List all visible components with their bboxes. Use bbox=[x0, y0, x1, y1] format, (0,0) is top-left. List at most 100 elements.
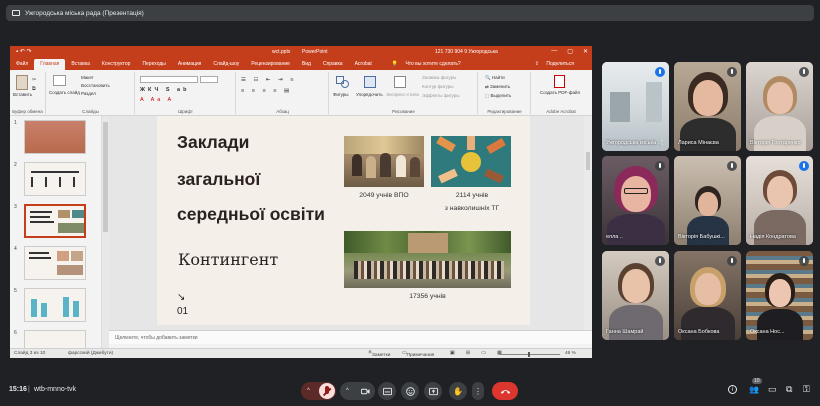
participant-name: Надія Кондратова bbox=[750, 234, 796, 240]
select-button[interactable]: ⬚ Выделить bbox=[485, 93, 511, 99]
zoom-level[interactable]: 46 % bbox=[565, 351, 576, 356]
caption-vpo: 2049 учнів ВПО bbox=[359, 192, 409, 199]
participant-tile[interactable]: Вікторія Бабушкі... bbox=[674, 156, 741, 245]
slide-thumbnail[interactable] bbox=[24, 288, 86, 322]
cut-icon[interactable]: ✂ bbox=[32, 77, 36, 83]
arrange-icon[interactable] bbox=[364, 76, 376, 88]
font-name-select[interactable] bbox=[140, 76, 198, 83]
notes-toggle[interactable]: ≙ Заметки bbox=[368, 351, 390, 358]
maximize-icon[interactable]: ▢ bbox=[567, 48, 573, 55]
slide-thumbnail[interactable] bbox=[24, 162, 86, 196]
tab-file[interactable]: Файл bbox=[10, 61, 34, 70]
participant-tile[interactable]: Лариса Мінаєва bbox=[674, 62, 741, 151]
tab-slideshow[interactable]: Слайд-шоу bbox=[207, 61, 245, 70]
replace-button[interactable]: ⇄ Заменить bbox=[485, 84, 510, 90]
chevron-up-icon[interactable]: ^ bbox=[346, 388, 349, 394]
mic-toggle-button[interactable]: ^ bbox=[301, 382, 336, 400]
tab-transitions[interactable]: Переходы bbox=[136, 61, 171, 70]
paste-label[interactable]: Вставить bbox=[13, 92, 32, 97]
quick-styles-icon[interactable] bbox=[394, 76, 406, 88]
tell-me-search[interactable]: 💡 Что вы хотите сделать? bbox=[386, 61, 473, 70]
chat-icon[interactable]: ▭ bbox=[768, 384, 777, 395]
camera-toggle-button[interactable]: ^ bbox=[340, 382, 375, 400]
copy-icon[interactable]: ⧉ bbox=[32, 86, 36, 92]
notes-pane[interactable]: Щелкните, чтобы добавить заметки bbox=[109, 330, 592, 344]
tab-acrobat[interactable]: Acrobat bbox=[349, 61, 378, 70]
tab-review[interactable]: Рецензирование bbox=[245, 61, 296, 70]
tab-animations[interactable]: Анимация bbox=[172, 61, 207, 70]
shapes-label[interactable]: Фигуры bbox=[333, 92, 349, 97]
activities-icon[interactable]: ⧉ bbox=[786, 384, 792, 395]
font-color-buttons[interactable]: A Aa A bbox=[140, 97, 174, 103]
ppt-window-controls[interactable]: — ▢ ✕ bbox=[551, 48, 588, 55]
mic-off-icon[interactable] bbox=[319, 383, 335, 399]
arrange-label[interactable]: Упорядочить bbox=[356, 92, 383, 97]
participant-tile[interactable]: Оксана Бобкова bbox=[674, 251, 741, 340]
tab-help[interactable]: Справка bbox=[317, 61, 349, 70]
emoji-reaction-button[interactable] bbox=[401, 382, 419, 400]
tab-insert[interactable]: Вставка bbox=[65, 61, 96, 70]
close-icon[interactable]: ✕ bbox=[583, 48, 588, 55]
font-size-select[interactable] bbox=[200, 76, 218, 83]
participant-tile[interactable]: Ужгородська міська ... ⋮ bbox=[602, 62, 669, 151]
zoom-slider[interactable] bbox=[500, 354, 560, 355]
canvas-vertical-scrollbar[interactable] bbox=[584, 116, 592, 330]
participant-tile[interactable]: Вікторія Гонтаренко bbox=[746, 62, 813, 151]
ppt-app-name: PowerPoint bbox=[302, 48, 328, 55]
thumbnail-scrollbar[interactable] bbox=[102, 116, 109, 350]
minimize-icon[interactable]: — bbox=[551, 48, 557, 55]
quick-styles-label[interactable]: Экспресс-стили bbox=[386, 92, 419, 97]
create-pdf-icon[interactable] bbox=[554, 75, 565, 88]
language-indicator[interactable]: фарсский (Джибути) bbox=[68, 351, 113, 356]
raise-hand-button[interactable]: ✋ bbox=[449, 382, 467, 400]
view-buttons[interactable]: ▣ ⊞ ▭ ▦ bbox=[450, 351, 507, 356]
share-button[interactable]: ⇪ Поделиться bbox=[529, 61, 586, 70]
chevron-up-icon[interactable]: ^ bbox=[307, 388, 310, 394]
captions-icon bbox=[382, 387, 392, 395]
tab-home[interactable]: Главная bbox=[34, 59, 66, 70]
ppt-save-icon[interactable]: ▪ ↶ ↷ bbox=[16, 48, 32, 55]
host-controls-icon[interactable]: ⚿ bbox=[803, 384, 810, 395]
slide-arrow-marker: ↘ bbox=[177, 292, 186, 303]
new-slide-label[interactable]: Создать слайд bbox=[49, 90, 80, 95]
tab-view[interactable]: Вид bbox=[296, 61, 317, 70]
list-buttons[interactable]: ☰ ☷ ⇤ ⇥ ≡ bbox=[241, 77, 296, 83]
participant-tile[interactable]: елла .. bbox=[602, 156, 669, 245]
zoom-slider-thumb[interactable] bbox=[528, 352, 530, 357]
paste-icon[interactable] bbox=[16, 75, 28, 90]
captions-button[interactable] bbox=[378, 382, 396, 400]
find-button[interactable]: 🔍 Найти bbox=[485, 75, 505, 81]
shape-outline-button[interactable]: Контур фигуры bbox=[422, 84, 453, 89]
reset-button[interactable]: Восстановить bbox=[81, 83, 110, 88]
slide-thumbnail[interactable] bbox=[24, 330, 86, 350]
meeting-info-icon[interactable]: i bbox=[728, 385, 737, 394]
section-button[interactable]: Раздел bbox=[81, 91, 96, 96]
slide-thumbnail[interactable] bbox=[24, 246, 86, 280]
slide-thumbnail-selected[interactable] bbox=[24, 204, 86, 238]
align-buttons[interactable]: ≡ ≡ ≡ ≡ ▤ bbox=[241, 88, 292, 94]
leave-call-button[interactable] bbox=[492, 382, 518, 400]
more-options-button[interactable]: ⋮ bbox=[472, 382, 484, 400]
people-icon[interactable]: 👥 bbox=[749, 385, 759, 394]
present-screen-button[interactable] bbox=[424, 382, 442, 400]
ppt-ribbon-tabs: Файл Главная Вставка Конструктор Переход… bbox=[10, 57, 592, 70]
create-pdf-label[interactable]: Создать PDF-файл bbox=[537, 90, 583, 96]
current-slide[interactable]: Заклади загальної середньої освіти Конти… bbox=[157, 116, 530, 325]
canvas-scrollbar-thumb[interactable] bbox=[586, 152, 590, 170]
shapes-icon[interactable] bbox=[336, 76, 350, 88]
tab-design[interactable]: Конструктор bbox=[96, 61, 137, 70]
slide-thumbnail[interactable] bbox=[24, 120, 86, 154]
presentation-banner[interactable]: Ужгородська міська рада (Презентація) bbox=[6, 5, 814, 21]
participant-tile[interactable]: Ганна Шамрай bbox=[602, 251, 669, 340]
mic-muted-icon bbox=[727, 256, 737, 266]
comments-toggle[interactable]: ▭ Примечания bbox=[402, 351, 434, 358]
new-slide-icon[interactable] bbox=[53, 75, 66, 86]
shape-effects-button[interactable]: Эффекты фигуры bbox=[422, 93, 460, 98]
scrollbar-thumb[interactable] bbox=[103, 122, 108, 232]
shape-fill-button[interactable]: Заливка фигуры bbox=[422, 75, 456, 80]
participant-tile[interactable]: Оксана Нос... bbox=[746, 251, 813, 340]
font-format-buttons[interactable]: ЖКЧ S ab bbox=[140, 87, 189, 93]
layout-button[interactable]: Макет bbox=[81, 75, 94, 80]
participant-tile[interactable]: Надія Кондратова bbox=[746, 156, 813, 245]
more-options-icon[interactable]: ⋮ bbox=[659, 139, 665, 146]
